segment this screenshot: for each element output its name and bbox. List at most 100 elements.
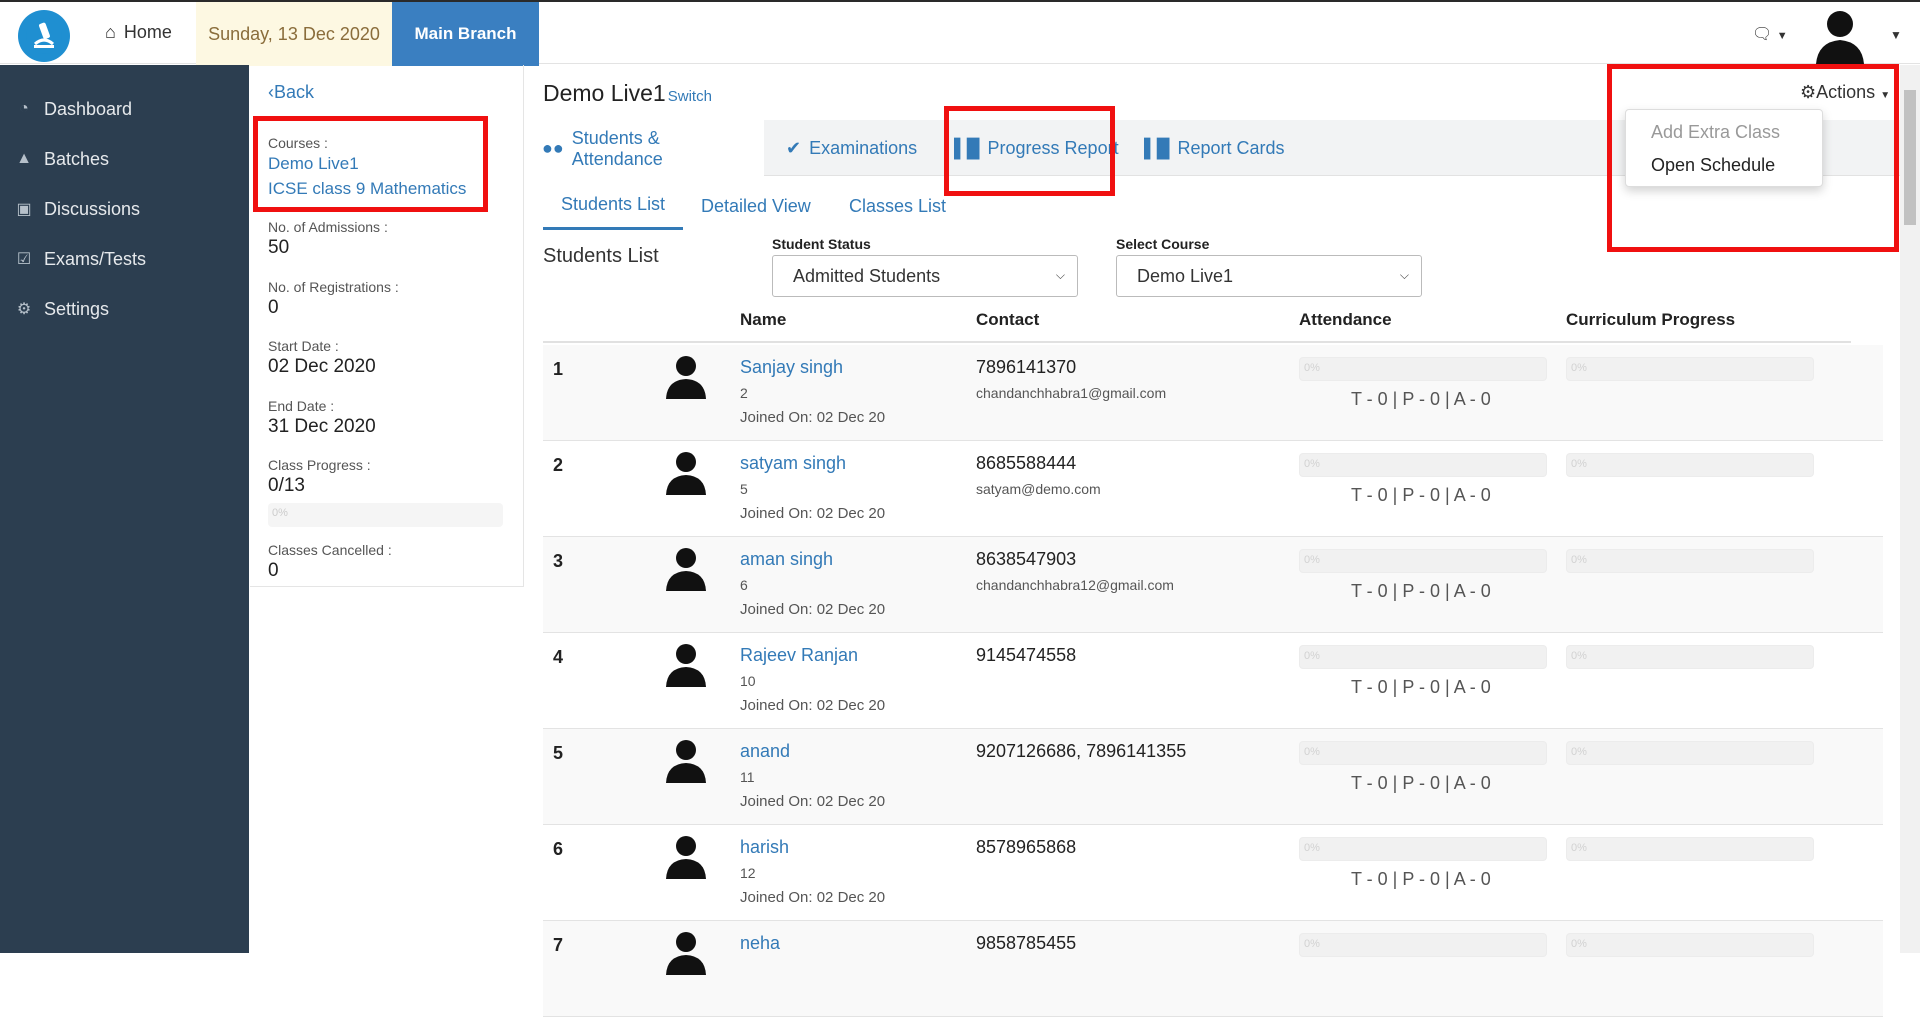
student-name-link[interactable]: aman singh — [740, 549, 833, 570]
end-date-value: 31 Dec 2020 — [268, 416, 376, 437]
list-title: Students List — [543, 245, 659, 267]
student-email: chandanchhabra1@gmail.com — [976, 385, 1167, 401]
class-progress-label: Class Progress : — [268, 457, 371, 473]
attendance-bar: 0% — [1299, 741, 1547, 765]
select-course-label: Select Course — [1116, 236, 1210, 252]
class-progress-bar: 0% — [268, 503, 503, 527]
tab-label: Report Cards — [1177, 137, 1285, 158]
highlight-box — [253, 116, 488, 212]
column-header-name: Name — [740, 310, 787, 329]
user-menu-caret[interactable]: ▼ — [1890, 28, 1902, 42]
curriculum-progress-bar: 0% — [1566, 645, 1814, 669]
tab-report-cards[interactable]: ▌█ Report Cards — [1126, 120, 1303, 176]
row-number: 4 — [553, 647, 564, 667]
table-row: 1 Sanjay singh 2 Joined On: 02 Dec 20 789614… — [543, 345, 1883, 441]
student-name-link[interactable]: Rajeev Ranjan — [740, 645, 858, 666]
branch-selector[interactable]: Main Branch — [392, 2, 539, 66]
back-link[interactable]: ‹Back — [268, 82, 314, 103]
tab-label: Examinations — [809, 137, 918, 158]
sidebar-item-batches[interactable]: ▲ Batches — [0, 134, 249, 184]
back-label: Back — [274, 82, 315, 102]
sidebar-item-exams[interactable]: ☑ Exams/Tests — [0, 234, 249, 284]
row-number: 6 — [553, 839, 564, 859]
attendance-bar: 0% — [1299, 357, 1547, 381]
student-name-link[interactable]: harish — [740, 837, 789, 858]
check-square-icon: ☑ — [16, 251, 32, 268]
student-name-link[interactable]: Sanjay singh — [740, 357, 843, 378]
row-number: 2 — [553, 455, 564, 475]
bar-chart-icon: ▌█ — [1144, 137, 1170, 158]
joined-date: Joined On: 02 Dec 20 — [740, 505, 886, 522]
sidebar-item-settings[interactable]: ⚙ Settings — [0, 284, 249, 334]
subtab-detailed-view[interactable]: Detailed View — [683, 182, 829, 230]
table-row: 2 satyam singh 5 Joined On: 02 Dec 20 868558… — [543, 441, 1883, 537]
student-name-link[interactable]: anand — [740, 741, 790, 762]
attendance-bar: 0% — [1299, 933, 1547, 957]
users-icon: ●● — [542, 138, 564, 158]
student-status-select[interactable]: Admitted Students ⌵ — [772, 255, 1078, 297]
student-name-link[interactable]: satyam singh — [740, 453, 846, 474]
table-row: 6 harish 12 Joined On: 02 Dec 20 8578965868 0… — [543, 825, 1883, 921]
student-id: 6 — [740, 577, 748, 593]
select-course-select[interactable]: Demo Live1 ⌵ — [1116, 255, 1422, 297]
student-status-label: Student Status — [772, 236, 871, 252]
end-date-label: End Date : — [268, 398, 335, 414]
switch-link[interactable]: Switch — [668, 88, 712, 105]
table-row: 3 aman singh 6 Joined On: 02 Dec 20 86385479… — [543, 537, 1883, 633]
tab-students-attendance[interactable]: ●● Students & Attendance — [524, 120, 764, 177]
student-id: 11 — [740, 769, 755, 785]
end-date-block: End Date : 31 Dec 2020 — [268, 398, 376, 438]
chat-dropdown[interactable]: 🗨 ▼ — [1752, 24, 1788, 44]
course-title: Demo Live1 — [543, 80, 666, 106]
class-progress-value: 0/13 — [268, 475, 305, 496]
start-date-label: Start Date : — [268, 338, 339, 354]
app-logo[interactable] — [18, 10, 70, 62]
joined-date: Joined On: 02 Dec 20 — [740, 889, 886, 906]
registrations-block: No. of Registrations : 0 — [268, 279, 399, 319]
admissions-label: No. of Admissions : — [268, 219, 388, 235]
chevron-down-icon: ⌵ — [1055, 268, 1065, 282]
student-avatar — [663, 833, 709, 879]
student-name-link[interactable]: neha — [740, 933, 780, 954]
comments-icon: ▣ — [16, 201, 32, 218]
sidebar-item-discussions[interactable]: ▣ Discussions — [0, 184, 249, 234]
registrations-value: 0 — [268, 297, 279, 318]
student-avatar — [663, 449, 709, 495]
check-icon: ✔ — [786, 137, 802, 158]
attendance-bar: 0% — [1299, 549, 1547, 573]
sidebar: ◔ Dashboard ▲ Batches ▣ Discussions ☑ Ex… — [0, 65, 249, 953]
select-course-value: Demo Live1 — [1137, 265, 1234, 286]
student-id: 12 — [740, 865, 756, 881]
home-icon: ⌂ — [105, 22, 116, 42]
chevron-down-icon: ▼ — [1776, 30, 1788, 42]
chat-icon: 🗨 — [1752, 26, 1773, 43]
student-phone: 9207126686, 7896141355 — [976, 741, 1187, 761]
cancelled-value: 0 — [268, 560, 279, 581]
curriculum-progress-bar: 0% — [1566, 453, 1814, 477]
cancelled-block: Classes Cancelled : 0 — [268, 542, 392, 582]
home-label: Home — [123, 22, 172, 42]
user-avatar[interactable] — [1810, 6, 1870, 64]
joined-date: Joined On: 02 Dec 20 — [740, 409, 886, 426]
subtab-students-list[interactable]: Students List — [543, 182, 684, 230]
table-row: 5 anand 11 Joined On: 02 Dec 20 9207126686, … — [543, 729, 1883, 825]
page-title: Demo Live1 Switch — [543, 80, 712, 107]
current-date: Sunday, 13 Dec 2020 — [196, 2, 392, 66]
table-row: 7 neha 9858785455 0% 0% — [543, 921, 1883, 1017]
home-link[interactable]: ⌂ Home — [105, 22, 172, 43]
curriculum-progress-bar: 0% — [1566, 837, 1814, 861]
student-avatar — [663, 641, 709, 687]
dashboard-icon: ◔ — [19, 100, 29, 117]
scrollbar-thumb[interactable] — [1904, 90, 1916, 225]
student-status-value: Admitted Students — [793, 265, 941, 286]
student-id: 10 — [740, 673, 756, 689]
attendance-summary: T - 0 | P - 0 | A - 0 — [1351, 389, 1491, 409]
curriculum-progress-bar: 0% — [1566, 741, 1814, 765]
student-id: 5 — [740, 481, 748, 497]
joined-date: Joined On: 02 Dec 20 — [740, 793, 886, 810]
student-email: chandanchhabra12@gmail.com — [976, 577, 1174, 593]
curriculum-progress-bar: 0% — [1566, 933, 1814, 957]
tab-examinations[interactable]: ✔ Examinations — [768, 120, 935, 176]
sidebar-item-dashboard[interactable]: ◔ Dashboard — [0, 84, 249, 134]
sidebar-item-label: Batches — [44, 148, 110, 169]
